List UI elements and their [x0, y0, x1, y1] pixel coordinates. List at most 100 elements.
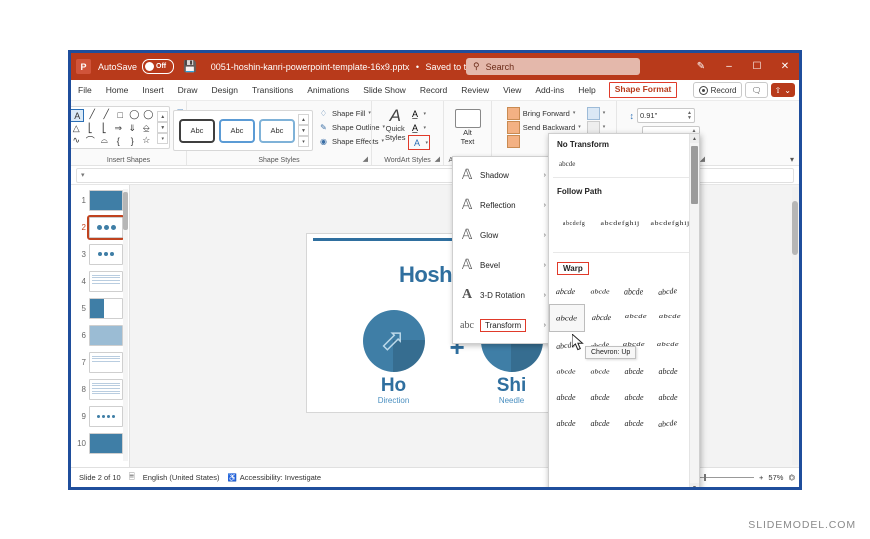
- warp-ring-outside[interactable]: abcde: [653, 304, 687, 330]
- slide-preview[interactable]: [89, 351, 123, 373]
- warp-fade-down[interactable]: abcde: [651, 410, 685, 436]
- share-button[interactable]: ⇧ ⌄: [770, 83, 795, 97]
- notes-page-icon[interactable]: 🗏: [129, 471, 135, 484]
- shape-style-2[interactable]: Abc: [218, 118, 255, 143]
- follow-path-button[interactable]: abcdefghij: [650, 221, 689, 227]
- follow-path-circle[interactable]: abcdefghij: [600, 221, 639, 227]
- shape-star-icon[interactable]: ☆: [140, 135, 152, 146]
- chevron-down-icon[interactable]: ▾: [425, 140, 428, 146]
- warp-deflate[interactable]: abcde: [617, 278, 651, 304]
- send-backward-button[interactable]: Send Backward ▾: [506, 120, 581, 134]
- slide-preview[interactable]: [87, 214, 125, 240]
- warp-wave-2[interactable]: abcde: [583, 384, 617, 410]
- shape-styles-dialog-launcher-icon[interactable]: ◢: [363, 155, 368, 163]
- warp-button[interactable]: abcde: [651, 332, 685, 358]
- text-effects-dropdown[interactable]: 𝔸 Shadow › 𝔸 Reflection › 𝔸 Glow › 𝔸 Bev…: [452, 156, 551, 344]
- shape-elbow-icon[interactable]: ⎣: [84, 123, 96, 134]
- zoom-level[interactable]: 57%: [768, 473, 783, 482]
- close-button[interactable]: ✕: [771, 53, 799, 80]
- slide-preview[interactable]: [89, 405, 123, 427]
- styles-more-icon[interactable]: ▾: [297, 136, 309, 147]
- transform-submenu[interactable]: No Transform abcde Follow Path abcdefg a…: [548, 133, 700, 487]
- warp-inflate[interactable]: abcde: [583, 278, 617, 304]
- comments-button[interactable]: 🗨: [745, 82, 768, 98]
- alt-text-button[interactable]: Alt Text: [454, 109, 481, 146]
- slide-thumbnail-5[interactable]: 5: [71, 295, 129, 321]
- shape-arc-icon[interactable]: ⌒: [84, 135, 96, 146]
- text-fill-button[interactable]: A̲ ▾: [408, 107, 430, 120]
- warp-ring-inside[interactable]: abcde: [619, 304, 653, 330]
- shape-styles-scroll[interactable]: ▲ ▼ ▾: [297, 114, 309, 147]
- shape-oval-icon[interactable]: ◯: [128, 109, 140, 120]
- fit-to-window-icon[interactable]: ⏣: [788, 473, 795, 482]
- slide-thumbnail-panel[interactable]: 1 2 3 4 5 6 7 8 9 10: [71, 185, 130, 467]
- warp-slant-up[interactable]: abcde: [549, 410, 583, 436]
- menu-item-glow[interactable]: 𝔸 Glow ›: [453, 220, 550, 250]
- warp-chevron-up[interactable]: abcde: [549, 304, 585, 332]
- thumbnail-scroll-thumb[interactable]: [123, 192, 128, 230]
- slide-thumbnail-7[interactable]: 7: [71, 349, 129, 375]
- slide-preview[interactable]: [89, 189, 123, 211]
- submenu-scroll-down-icon[interactable]: ▼: [690, 483, 699, 487]
- tab-transitions[interactable]: Transitions: [245, 80, 300, 100]
- warp-curve-up[interactable]: abcde: [549, 358, 583, 384]
- warp-can-up[interactable]: abcde: [617, 358, 651, 384]
- zoom-slider[interactable]: [694, 473, 755, 481]
- slide-preview[interactable]: [89, 378, 123, 400]
- menu-item-bevel[interactable]: 𝔸 Bevel ›: [453, 250, 550, 280]
- slide-thumbnail-3[interactable]: 3: [71, 241, 129, 267]
- save-icon[interactable]: 💾: [183, 60, 197, 73]
- slide-thumbnail-2[interactable]: 2: [71, 214, 129, 240]
- size-dialog-launcher-icon[interactable]: ◢: [700, 155, 705, 163]
- warp-inflate-bottom[interactable]: abcde: [651, 278, 685, 304]
- shape-right-arrow-icon[interactable]: ⇒: [112, 123, 124, 134]
- group-button[interactable]: ▾: [586, 120, 606, 134]
- tab-file[interactable]: File: [71, 80, 99, 100]
- align-button[interactable]: ▾: [586, 106, 606, 120]
- chevron-down-icon[interactable]: ▾: [573, 110, 576, 116]
- warp-wave-1[interactable]: abcde: [549, 384, 583, 410]
- shape-rectangle-icon[interactable]: □: [114, 109, 126, 120]
- tab-review[interactable]: Review: [454, 80, 496, 100]
- shape-gallery-more-icon[interactable]: ▾: [157, 133, 169, 144]
- slide-thumbnail-8[interactable]: 8: [71, 376, 129, 402]
- shape-scroll-up-icon[interactable]: ▲: [157, 111, 169, 122]
- warp-double-wave-2[interactable]: abcde: [651, 384, 685, 410]
- autosave-toggle[interactable]: Off: [142, 59, 175, 74]
- collapse-ribbon-icon[interactable]: ▾: [790, 155, 794, 164]
- menu-item-transform[interactable]: abc Transform ›: [453, 310, 550, 340]
- text-outline-button[interactable]: A̲ ▾: [408, 121, 430, 134]
- shape-ellipse-icon[interactable]: ◯: [142, 109, 154, 120]
- slide-preview[interactable]: [89, 297, 123, 319]
- shape-down-arrow-icon[interactable]: ⇓: [126, 123, 138, 134]
- tab-home[interactable]: Home: [99, 80, 136, 100]
- shape-gallery[interactable]: A ╱ ╱ □ ◯ ◯ △ ⎣ ⎣ ⇒ ⇓ ⎒ ∿ ⌒ ⌓ {} ☆ ▲ ▼ …: [71, 106, 171, 149]
- menu-item-shadow[interactable]: 𝔸 Shadow ›: [453, 160, 550, 190]
- tab-add-ins[interactable]: Add-ins: [528, 80, 571, 100]
- minimize-button[interactable]: –: [715, 53, 743, 80]
- accessibility-status[interactable]: ♿ Accessibility: Investigate: [227, 473, 321, 482]
- shape-curve-icon[interactable]: ⌓: [98, 135, 110, 146]
- styles-scroll-down-icon[interactable]: ▼: [297, 125, 309, 136]
- tab-slide-show[interactable]: Slide Show: [356, 80, 413, 100]
- slide-preview[interactable]: [89, 324, 123, 346]
- menu-item-reflection[interactable]: 𝔸 Reflection ›: [453, 190, 550, 220]
- shape-scroll-down-icon[interactable]: ▼: [157, 122, 169, 133]
- zoom-in-button[interactable]: +: [759, 473, 763, 482]
- bring-forward-button[interactable]: Bring Forward ▾: [506, 106, 581, 120]
- slide-thumbnail-10[interactable]: 10: [71, 430, 129, 456]
- warp-slant-down[interactable]: abcde: [583, 410, 617, 436]
- tab-view[interactable]: View: [496, 80, 528, 100]
- slide-preview[interactable]: [89, 432, 123, 454]
- shape-styles-gallery[interactable]: Abc Abc Abc ▲ ▼ ▾: [172, 110, 313, 151]
- slide-block-ho[interactable]: ⬀ Ho Direction: [359, 310, 429, 405]
- chevron-down-icon[interactable]: ▾: [603, 124, 606, 130]
- quick-styles-button[interactable]: A Quick Styles: [385, 107, 405, 150]
- language-indicator[interactable]: English (United States): [143, 473, 220, 482]
- warp-curve-down[interactable]: abcde: [583, 358, 617, 384]
- shape-scribble-icon[interactable]: ∿: [71, 135, 82, 146]
- chevron-down-icon[interactable]: ▾: [578, 124, 581, 130]
- tab-record[interactable]: Record: [413, 80, 454, 100]
- warp-can-down[interactable]: abcde: [651, 358, 685, 384]
- chevron-down-icon[interactable]: ▾: [603, 110, 606, 116]
